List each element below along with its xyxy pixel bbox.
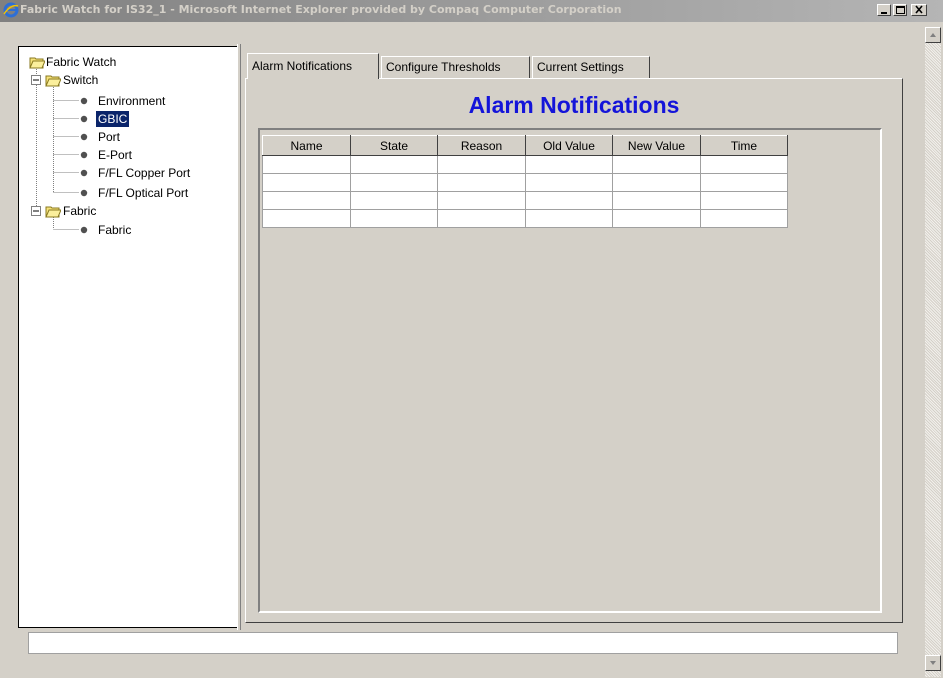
scroll-down-button[interactable] bbox=[925, 655, 941, 671]
tree-label-environment: Environment bbox=[98, 94, 166, 108]
table-cell[interactable] bbox=[612, 191, 701, 210]
close-icon bbox=[915, 5, 923, 14]
table-cell[interactable] bbox=[262, 191, 351, 210]
table-cell[interactable] bbox=[350, 173, 438, 192]
tree-label-port: Port bbox=[98, 130, 121, 144]
table-cell[interactable] bbox=[350, 191, 438, 210]
column-header-state[interactable]: State bbox=[350, 135, 438, 156]
table-cell[interactable] bbox=[525, 209, 613, 228]
internet-explorer-icon bbox=[3, 2, 19, 18]
table-row[interactable] bbox=[262, 155, 788, 174]
table-cell[interactable] bbox=[700, 209, 788, 228]
tree-label-fl-optical-port: F/FL Optical Port bbox=[98, 186, 189, 200]
tree-label-e-port: E-Port bbox=[98, 148, 133, 162]
window-title: Fabric Watch for IS32_1 - Microsoft Inte… bbox=[20, 3, 622, 16]
tree-label-fabric: Fabric bbox=[98, 223, 132, 237]
table-row[interactable] bbox=[262, 191, 788, 210]
table-cell[interactable] bbox=[262, 155, 351, 174]
table-cell[interactable] bbox=[612, 155, 701, 174]
tree-label-fabric-folder: Fabric bbox=[63, 204, 97, 218]
alarm-table: Name State Reason Old Value New Value Ti… bbox=[262, 135, 788, 228]
maximize-icon bbox=[896, 6, 905, 14]
table-row[interactable] bbox=[262, 173, 788, 192]
table-cell[interactable] bbox=[700, 173, 788, 192]
folder-open-icon bbox=[45, 75, 61, 87]
table-cell[interactable] bbox=[525, 191, 613, 210]
leaf-node-icon bbox=[80, 97, 88, 105]
table-cell[interactable] bbox=[437, 173, 526, 192]
leaf-node-icon bbox=[80, 133, 88, 141]
column-header-old-value[interactable]: Old Value bbox=[525, 135, 613, 156]
splitter[interactable] bbox=[237, 44, 241, 630]
leaf-node-icon bbox=[80, 169, 88, 177]
vertical-scrollbar[interactable] bbox=[925, 27, 941, 677]
table-cell[interactable] bbox=[612, 173, 701, 192]
leaf-node-icon bbox=[80, 226, 88, 234]
column-header-reason[interactable]: Reason bbox=[437, 135, 526, 156]
table-cell[interactable] bbox=[700, 191, 788, 210]
collapse-icon[interactable] bbox=[31, 75, 42, 86]
tab-configure-thresholds[interactable]: Configure Thresholds bbox=[381, 56, 530, 78]
tree-label-gbic: GBIC bbox=[94, 110, 131, 128]
tree-label-root: Fabric Watch bbox=[46, 55, 117, 69]
table-cell[interactable] bbox=[612, 209, 701, 228]
tree-label-switch: Switch bbox=[63, 73, 99, 87]
folder-open-icon bbox=[29, 57, 45, 69]
folder-open-icon bbox=[45, 206, 61, 218]
tab-alarm-notifications[interactable]: Alarm Notifications bbox=[247, 53, 379, 79]
collapse-icon[interactable] bbox=[31, 206, 42, 217]
minimize-icon bbox=[881, 12, 887, 14]
table-row[interactable] bbox=[262, 209, 788, 228]
leaf-node-icon bbox=[80, 115, 88, 123]
table-cell[interactable] bbox=[437, 155, 526, 174]
page-title: Alarm Notifications bbox=[468, 92, 680, 118]
minimize-button[interactable] bbox=[877, 4, 891, 16]
title-bar: Fabric Watch for IS32_1 - Microsoft Inte… bbox=[0, 0, 943, 23]
scroll-up-button[interactable] bbox=[925, 27, 941, 43]
table-cell[interactable] bbox=[350, 155, 438, 174]
table-cell[interactable] bbox=[262, 209, 351, 228]
column-header-name[interactable]: Name bbox=[262, 135, 351, 156]
column-header-new-value[interactable]: New Value bbox=[612, 135, 701, 156]
table-cell[interactable] bbox=[437, 209, 526, 228]
leaf-node-icon bbox=[80, 151, 88, 159]
table-cell[interactable] bbox=[700, 155, 788, 174]
status-bar bbox=[28, 632, 898, 654]
table-cell[interactable] bbox=[525, 173, 613, 192]
tree-panel[interactable]: Fabric Watch Switch Environment GBIC Por… bbox=[18, 46, 238, 628]
tab-current-settings[interactable]: Current Settings bbox=[532, 56, 650, 78]
table-cell[interactable] bbox=[525, 155, 613, 174]
arrow-down-icon bbox=[930, 661, 936, 665]
maximize-button[interactable] bbox=[893, 4, 907, 16]
column-header-time[interactable]: Time bbox=[700, 135, 788, 156]
table-cell[interactable] bbox=[262, 173, 351, 192]
close-button[interactable] bbox=[911, 4, 927, 16]
table-cell[interactable] bbox=[437, 191, 526, 210]
table-cell[interactable] bbox=[350, 209, 438, 228]
arrow-up-icon bbox=[930, 33, 936, 37]
tree-label-fl-copper-port: F/FL Copper Port bbox=[98, 166, 191, 180]
leaf-node-icon bbox=[80, 189, 88, 197]
